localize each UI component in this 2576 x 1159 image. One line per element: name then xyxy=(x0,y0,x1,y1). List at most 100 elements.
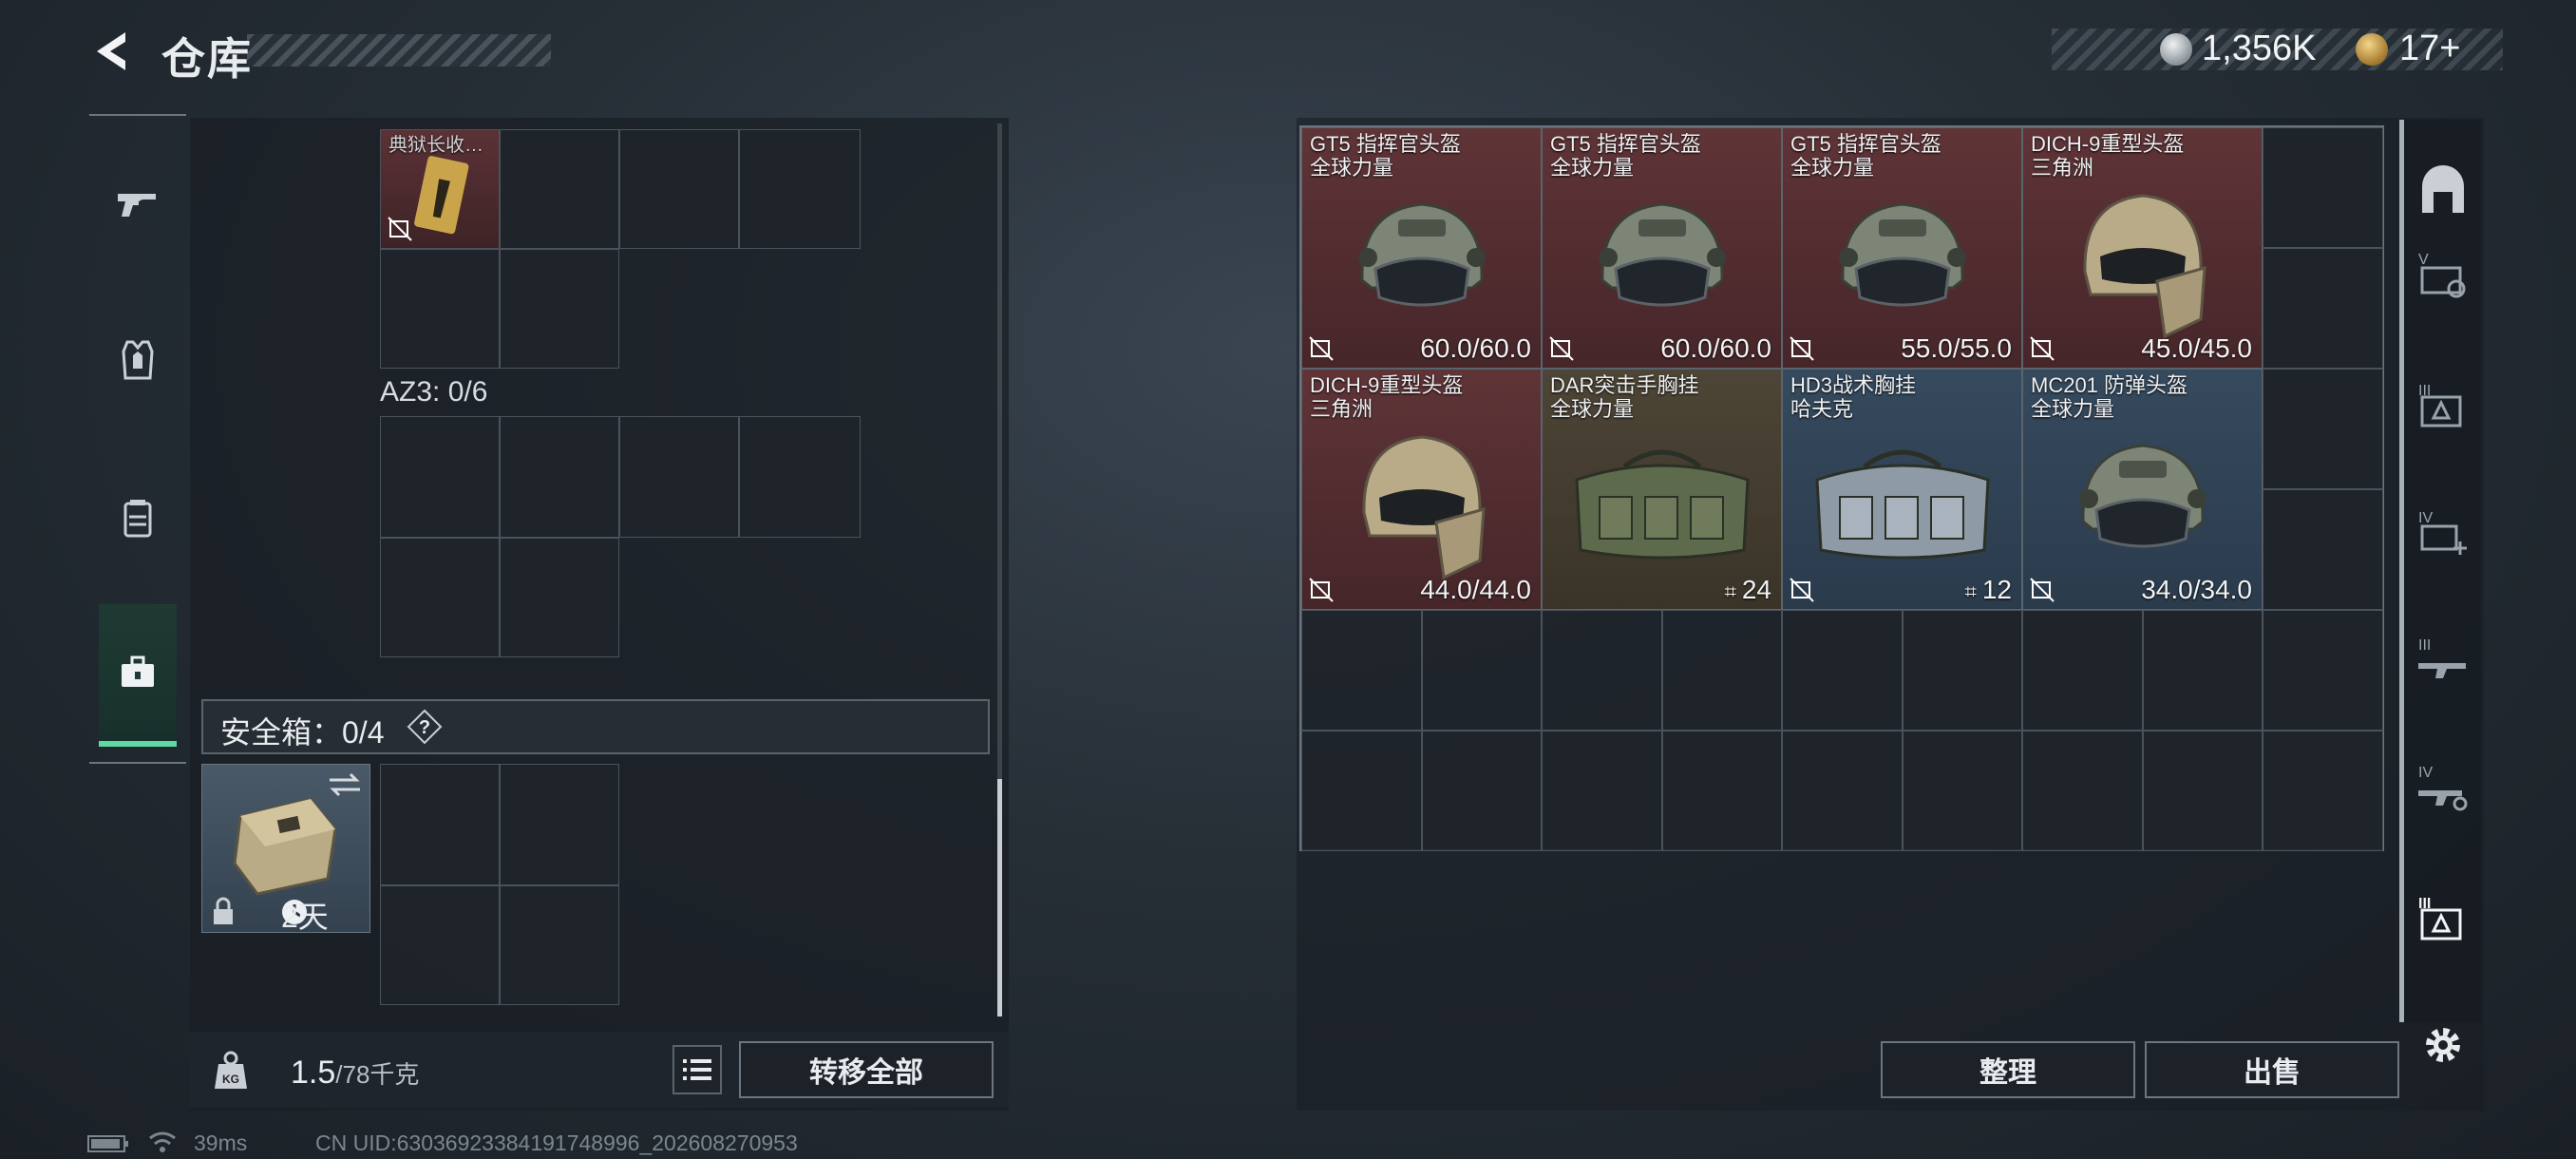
stash-grid-cell[interactable] xyxy=(1782,731,1903,851)
stash-grid-cell[interactable] xyxy=(2022,731,2143,851)
item-name: DAR突击手胸挂 全球力量 xyxy=(1550,373,1698,421)
stash-item[interactable]: GT5 指挥官头盔 全球力量 60.0/60.0 xyxy=(1542,127,1782,369)
slot-capacity-icon: ⌗ xyxy=(1724,580,1736,603)
help-icon[interactable]: ? xyxy=(407,709,443,745)
stash-grid-cell[interactable] xyxy=(2022,610,2143,731)
stash-item[interactable]: GT5 指挥官头盔 全球力量 60.0/60.0 xyxy=(1301,127,1542,369)
grid-cell[interactable] xyxy=(380,538,500,657)
wifi-icon xyxy=(149,1131,176,1152)
stash-grid-cell[interactable] xyxy=(1542,731,1662,851)
grid-cell[interactable] xyxy=(380,764,500,885)
item-name: MC201 防弹头盔 全球力量 xyxy=(2031,373,2188,421)
item-durability: ⌗ 24 xyxy=(1724,575,1771,605)
safebox-case-icon xyxy=(233,797,337,896)
stash-grid-cell[interactable] xyxy=(1421,731,1542,851)
stash-tier-iv-gun-icon[interactable]: IV xyxy=(2413,758,2473,819)
sort-button[interactable]: 整理 xyxy=(1881,1041,2135,1098)
stash-item[interactable]: DICH-9重型头盔 三角洲 44.0/44.0 xyxy=(1301,369,1542,610)
chest-rig-icon xyxy=(1814,449,1990,560)
stash-grid-cell[interactable] xyxy=(2263,731,2383,851)
stash-tier-iii-selected-icon[interactable]: III xyxy=(2413,889,2473,950)
stash-grid-cell[interactable] xyxy=(2263,489,2383,610)
grid-cell[interactable] xyxy=(380,416,500,538)
slot-capacity-icon: ⌗ xyxy=(1964,580,1977,603)
stash-grid-cell[interactable] xyxy=(1902,731,2022,851)
stash-grid-cell[interactable] xyxy=(2142,610,2263,731)
stash-home-icon[interactable] xyxy=(2413,162,2473,222)
briefcase-icon xyxy=(122,656,154,687)
grid-cell[interactable] xyxy=(500,885,619,1005)
stash-grid-cell[interactable] xyxy=(1661,731,1782,851)
stash-grid-cell[interactable] xyxy=(2142,731,2263,851)
list-view-button[interactable] xyxy=(672,1045,722,1094)
grid-cell[interactable] xyxy=(500,764,619,885)
weight-readout: 1.5/78千克 xyxy=(291,1054,419,1092)
item-title: GT5 指挥官头盔 xyxy=(1790,132,1941,156)
stash-item[interactable]: GT5 指挥官头盔 全球力量 55.0/55.0 xyxy=(1782,127,2022,369)
item-durability: 34.0/34.0 xyxy=(2141,575,2252,605)
grid-cell-item[interactable]: 典狱长收… xyxy=(380,129,500,249)
helmet-icon xyxy=(2078,444,2207,548)
helmet-icon xyxy=(1357,202,1486,307)
stash-item[interactable]: HD3战术胸挂 哈夫克 ⌗ 12 xyxy=(1782,369,2022,610)
stash-grid-cell[interactable] xyxy=(1542,610,1662,731)
item-title: GT5 指挥官头盔 xyxy=(1550,132,1701,156)
left-scrollbar-thumb[interactable] xyxy=(997,779,1002,1016)
helmet-icon xyxy=(1838,202,1966,307)
tab-armor[interactable] xyxy=(99,289,177,431)
item-faction: 全球力量 xyxy=(1550,397,1635,421)
tab-backpack[interactable] xyxy=(99,446,177,589)
lock-icon xyxy=(214,897,233,924)
sell-button[interactable]: 出售 xyxy=(2145,1041,2399,1098)
no-insure-icon xyxy=(388,217,412,241)
stash-grid-cell[interactable] xyxy=(2263,369,2383,489)
stash-tier-iii-gun-icon[interactable]: III xyxy=(2413,631,2473,692)
stash-grid-cell[interactable] xyxy=(2263,610,2383,731)
silver-amount[interactable]: 1,356K xyxy=(2202,28,2316,69)
tab-weapons[interactable] xyxy=(99,131,177,274)
grid-cell[interactable] xyxy=(739,416,861,538)
item-name: GT5 指挥官头盔 全球力量 xyxy=(1310,132,1461,180)
stash-grid-cell[interactable] xyxy=(1661,610,1782,731)
key-card-icon xyxy=(414,156,469,235)
item-name: GT5 指挥官头盔 全球力量 xyxy=(1550,132,1701,180)
grid-cell[interactable] xyxy=(500,416,619,538)
svg-text:V: V xyxy=(2418,252,2429,268)
grid-cell[interactable] xyxy=(619,129,739,249)
stash-grid-cell[interactable] xyxy=(1782,610,1903,731)
safebox-timer: 2天 xyxy=(281,900,329,934)
uid-readout: CN UID:6303692338419174899​6_20260827095… xyxy=(315,1130,798,1155)
stash-grid-cell[interactable] xyxy=(1421,610,1542,731)
swap-icon[interactable] xyxy=(326,770,364,799)
item-durability: ⌗ 12 xyxy=(1964,575,2012,605)
transfer-all-button[interactable]: 转移全部 xyxy=(739,1041,994,1098)
stash-item[interactable]: DAR突击手胸挂 全球力量 ⌗ 24 xyxy=(1542,369,1782,610)
stash-grid-cell[interactable] xyxy=(1301,731,1422,851)
back-arrow-icon[interactable] xyxy=(87,27,137,76)
settings-gear-icon[interactable] xyxy=(2420,1022,2466,1068)
grid-cell[interactable] xyxy=(619,416,739,538)
heavy-helmet-icon xyxy=(1361,435,1486,580)
stash-item[interactable]: DICH-9重型头盔 三角洲 45.0/45.0 xyxy=(2022,127,2263,369)
grid-cell[interactable] xyxy=(380,885,500,1005)
stash-tier-iv-medical-icon[interactable]: IV xyxy=(2413,504,2473,564)
grid-cell[interactable] xyxy=(500,538,619,657)
grid-cell[interactable] xyxy=(739,129,861,249)
ping-readout: 39ms xyxy=(194,1130,248,1155)
stash-grid-cell[interactable] xyxy=(1902,610,2022,731)
stash-grid-cell[interactable] xyxy=(2263,127,2383,248)
item-value: 24 xyxy=(1741,575,1771,604)
stash-grid-cell[interactable] xyxy=(1301,610,1422,731)
stash-tier-v-icon[interactable]: V xyxy=(2413,245,2473,306)
stash-grid-cell[interactable] xyxy=(2263,248,2383,369)
item-faction: 三角洲 xyxy=(2031,156,2094,180)
gold-amount[interactable]: 17+ xyxy=(2399,28,2460,69)
stash-item[interactable]: MC201 防弹头盔 全球力量 34.0/34.0 xyxy=(2022,369,2263,610)
stash-tier-iii-icon[interactable]: III xyxy=(2413,376,2473,437)
heavy-helmet-icon xyxy=(2082,194,2207,339)
grid-cell[interactable] xyxy=(380,249,500,369)
grid-cell[interactable] xyxy=(500,249,619,369)
tab-toolbox[interactable] xyxy=(99,604,177,747)
item-value: 34.0/34.0 xyxy=(2141,575,2252,604)
grid-cell[interactable] xyxy=(500,129,619,249)
